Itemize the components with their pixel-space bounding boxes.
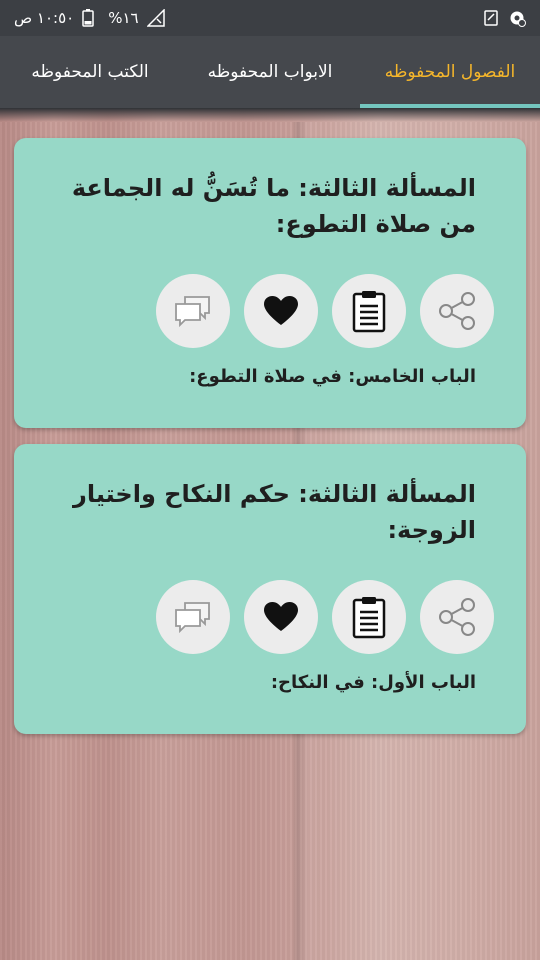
share-button[interactable]: [420, 274, 494, 348]
tab-saved-sections[interactable]: الابواب المحفوظه: [180, 36, 360, 108]
card-title: المسألة الثالثة: حكم النكاح واختيار الزو…: [73, 480, 476, 544]
app-bar-shadow: [0, 108, 540, 122]
card-actions: [156, 580, 494, 654]
comments-icon: [175, 602, 210, 634]
tab-saved-chapters[interactable]: الفصول المحفوظه: [360, 36, 540, 108]
tab-label: الابواب المحفوظه: [207, 62, 333, 82]
saved-chapter-card[interactable]: المسألة الثالثة: حكم النكاح واختيار الزو…: [14, 444, 526, 734]
settings-notification-icon: [508, 9, 526, 27]
tab-label: الكتب المحفوظه: [31, 62, 149, 82]
saved-chapter-card[interactable]: المسألة الثالثة: ما تُسَنُّ له الجماعة م…: [14, 138, 526, 428]
comments-button[interactable]: [156, 274, 230, 348]
battery-percent: %١٦: [108, 9, 139, 27]
gallery-notification-icon: [482, 9, 500, 27]
favorite-button[interactable]: [244, 580, 318, 654]
comments-icon: [175, 296, 210, 328]
card-subtitle: الباب الخامس: في صلاة التطوع:: [189, 366, 476, 387]
battery-icon: [82, 9, 100, 27]
favorite-button[interactable]: [244, 274, 318, 348]
comments-button[interactable]: [156, 580, 230, 654]
copy-button[interactable]: [332, 274, 406, 348]
share-icon: [439, 598, 475, 636]
clipboard-icon: [352, 597, 386, 639]
signal-icon: [145, 8, 165, 27]
status-right: [482, 9, 526, 27]
copy-button[interactable]: [332, 580, 406, 654]
heart-icon: [264, 296, 298, 325]
card-title: المسألة الثالثة: ما تُسَنُّ له الجماعة م…: [71, 174, 476, 238]
status-bar: ١٠:٥٠ ص %١٦: [0, 0, 540, 36]
card-subtitle: الباب الأول: في النكاح:: [270, 672, 476, 693]
status-time: ١٠:٥٠ ص: [14, 9, 75, 27]
tab-saved-books[interactable]: الكتب المحفوظه: [0, 36, 180, 108]
share-button[interactable]: [420, 580, 494, 654]
heart-icon: [264, 602, 298, 631]
tab-label: الفصول المحفوظه: [384, 62, 516, 82]
status-left: ١٠:٥٠ ص %١٦: [14, 8, 165, 27]
clipboard-icon: [352, 291, 386, 333]
share-icon: [439, 292, 475, 330]
card-actions: [156, 274, 494, 348]
app-bar: الفصول المحفوظه الابواب المحفوظه الكتب ا…: [0, 36, 540, 108]
tab-bar: الفصول المحفوظه الابواب المحفوظه الكتب ا…: [0, 36, 540, 108]
